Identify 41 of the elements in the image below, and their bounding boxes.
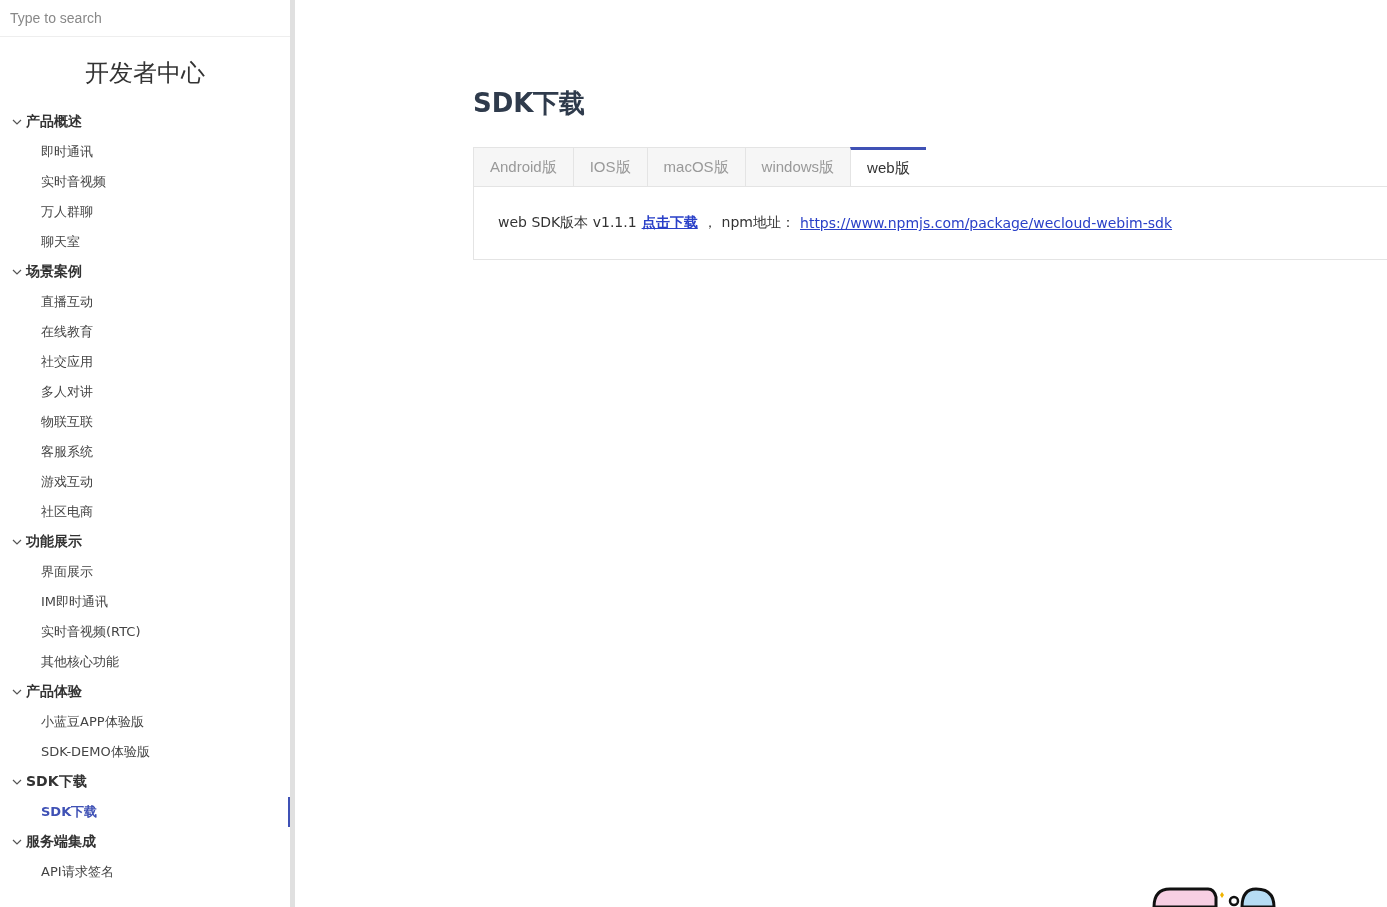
nav-item[interactable]: 即时通讯 — [0, 137, 290, 167]
npm-link[interactable]: https://www.npmjs.com/package/wecloud-webim-sdk — [800, 215, 1173, 231]
tab[interactable]: web版 — [850, 147, 926, 186]
nav-item[interactable]: 小蓝豆APP体验版 — [0, 707, 290, 737]
chevron-icon — [12, 779, 22, 785]
nav-item[interactable]: 万人群聊 — [0, 197, 290, 227]
nav-group[interactable]: SDK下载 — [0, 767, 290, 797]
nav-group[interactable]: 场景案例 — [0, 257, 290, 287]
nav-item[interactable]: 界面展示 — [0, 557, 290, 587]
download-link[interactable]: 点击下载 — [641, 214, 698, 232]
chevron-icon — [12, 689, 22, 695]
sidebar-title: 开发者中心 — [84, 58, 206, 89]
chevron-icon — [12, 119, 22, 125]
version-text: web SDK版本 v1.1.1 — [498, 214, 637, 232]
nav-item[interactable]: 社区电商 — [0, 497, 290, 527]
chevron-icon — [12, 839, 22, 845]
nav-item[interactable]: 客服系统 — [0, 437, 290, 467]
nav-item[interactable]: 在线教育 — [0, 317, 290, 347]
separator-text: ， — [702, 214, 717, 232]
nav-item[interactable]: SDK-DEMO体验版 — [0, 737, 290, 767]
nav-item[interactable]: 多人对讲 — [0, 377, 290, 407]
nav-group[interactable]: 产品体验 — [0, 677, 290, 707]
nav-group[interactable]: 功能展示 — [0, 527, 290, 557]
npm-label: npm地址： — [721, 214, 795, 232]
nav-item[interactable]: 实时音视频(RTC) — [0, 617, 290, 647]
nav-item[interactable]: API请求签名 — [0, 857, 290, 887]
nav-group[interactable]: 服务端集成 — [0, 827, 290, 857]
nav-group[interactable]: 产品概述 — [0, 107, 290, 137]
nav-item[interactable]: SDK下载 — [0, 797, 290, 827]
chevron-icon — [12, 269, 22, 275]
nav-item[interactable]: IM即时通讯 — [0, 587, 290, 617]
nav-item[interactable]: 直播互动 — [0, 287, 290, 317]
page-title: SDK下载 — [473, 87, 587, 120]
chevron-icon — [12, 539, 22, 545]
search-field[interactable]: Type to search — [10, 10, 280, 26]
nav-item[interactable]: 社交应用 — [0, 347, 290, 377]
nav-item[interactable]: 实时音视频 — [0, 167, 290, 197]
nav-item[interactable]: 游戏互动 — [0, 467, 290, 497]
nav-item[interactable]: 其他核心功能 — [0, 647, 290, 677]
nav-item[interactable]: 物联互联 — [0, 407, 290, 437]
nav-item[interactable]: 聊天室 — [0, 227, 290, 257]
